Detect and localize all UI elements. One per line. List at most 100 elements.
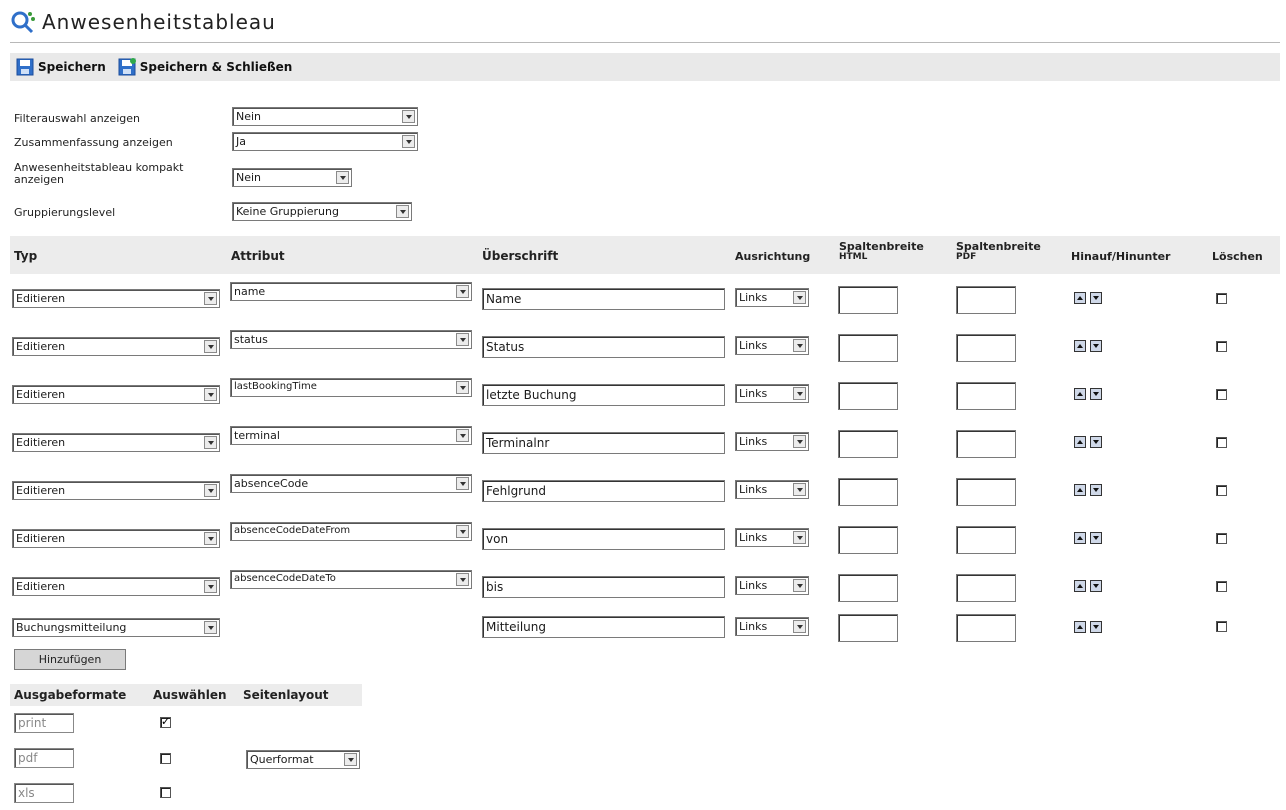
row-width-html-input[interactable]: [838, 478, 898, 506]
row-alignment-select[interactable]: Links: [735, 576, 809, 595]
row-type-select[interactable]: Editieren: [12, 289, 220, 308]
save-close-button[interactable]: Speichern & Schließen: [118, 58, 292, 76]
row-width-html-input[interactable]: [838, 614, 898, 642]
row-delete-checkbox[interactable]: [1216, 533, 1227, 544]
row-width-html-input[interactable]: [838, 430, 898, 458]
move-up-icon[interactable]: [1074, 484, 1086, 496]
row-width-pdf-input[interactable]: [956, 478, 1016, 506]
row-attribute-select[interactable]: terminal: [230, 426, 472, 445]
move-up-icon[interactable]: [1074, 388, 1086, 400]
row-width-html-input[interactable]: [838, 574, 898, 602]
setting-value-grouping: Keine Gruppierung: [236, 205, 339, 218]
column-header-width-html-line1: Spaltenbreite: [839, 240, 924, 253]
move-up-icon[interactable]: [1074, 580, 1086, 592]
setting-select-compact[interactable]: Nein: [232, 168, 352, 187]
row-heading-input[interactable]: Status: [482, 336, 725, 358]
row-delete-checkbox[interactable]: [1216, 341, 1227, 352]
column-header-width-pdf-line1: Spaltenbreite: [956, 240, 1041, 253]
format-select-checkbox[interactable]: [160, 753, 171, 764]
formats-header-format: Ausgabeformate: [14, 688, 127, 702]
chevron-down-icon: [456, 381, 469, 394]
row-delete-checkbox[interactable]: [1216, 621, 1227, 632]
row-type-select[interactable]: Editieren: [12, 577, 220, 596]
format-select-checkbox[interactable]: [160, 787, 171, 798]
column-header-delete: Löschen: [1212, 250, 1263, 263]
setting-select-grouping[interactable]: Keine Gruppierung: [232, 202, 412, 221]
move-up-icon[interactable]: [1074, 340, 1086, 352]
row-type-select[interactable]: Editieren: [12, 481, 220, 500]
chevron-down-icon: [456, 573, 469, 586]
row-attribute-value: absenceCodeDateFrom: [234, 525, 351, 536]
page-layout-select[interactable]: Querformat: [246, 750, 360, 769]
move-up-icon[interactable]: [1074, 532, 1086, 544]
row-width-html-input[interactable]: [838, 382, 898, 410]
row-width-pdf-input[interactable]: [956, 614, 1016, 642]
move-down-icon[interactable]: [1090, 580, 1102, 592]
row-width-pdf-input[interactable]: [956, 574, 1016, 602]
row-width-pdf-input[interactable]: [956, 334, 1016, 362]
row-delete-checkbox[interactable]: [1216, 293, 1227, 304]
row-type-select[interactable]: Editieren: [12, 433, 220, 452]
row-alignment-select[interactable]: Links: [735, 384, 809, 403]
chevron-down-icon: [456, 333, 469, 346]
row-attribute-select[interactable]: name: [230, 282, 472, 301]
move-down-icon[interactable]: [1090, 532, 1102, 544]
setting-value-filter: Nein: [236, 110, 262, 123]
row-type-select[interactable]: Editieren: [12, 337, 220, 356]
row-delete-checkbox[interactable]: [1216, 485, 1227, 496]
row-heading-input[interactable]: bis: [482, 576, 725, 598]
move-up-icon[interactable]: [1074, 436, 1086, 448]
row-attribute-value: absenceCodeDateTo: [234, 573, 336, 584]
column-header-width-html-line2: HTML: [839, 252, 868, 262]
move-down-icon[interactable]: [1090, 388, 1102, 400]
row-width-html-input[interactable]: [838, 286, 898, 314]
row-delete-checkbox[interactable]: [1216, 389, 1227, 400]
row-attribute-select[interactable]: status: [230, 330, 472, 349]
setting-label-summary: Zusammenfassung anzeigen: [14, 136, 173, 149]
chevron-down-icon: [456, 477, 469, 490]
format-select-checkbox[interactable]: [160, 715, 171, 728]
column-header-attribut: Attribut: [231, 249, 285, 263]
row-type-select[interactable]: Editieren: [12, 385, 220, 404]
row-heading-input[interactable]: von: [482, 528, 725, 550]
move-down-icon[interactable]: [1090, 621, 1102, 633]
row-alignment-select[interactable]: Links: [735, 288, 809, 307]
row-width-pdf-input[interactable]: [956, 430, 1016, 458]
row-type-select[interactable]: Buchungsmitteilung: [12, 618, 220, 637]
row-alignment-select[interactable]: Links: [735, 617, 809, 636]
move-down-icon[interactable]: [1090, 484, 1102, 496]
row-heading-input[interactable]: Fehlgrund: [482, 480, 725, 502]
move-up-icon[interactable]: [1074, 292, 1086, 304]
row-alignment-select[interactable]: Links: [735, 336, 809, 355]
save-button[interactable]: Speichern: [16, 58, 106, 76]
row-width-pdf-input[interactable]: [956, 382, 1016, 410]
row-delete-checkbox[interactable]: [1216, 437, 1227, 448]
row-width-html-input[interactable]: [838, 334, 898, 362]
page-title-bar: Anwesenheitstableau: [10, 4, 1280, 40]
setting-select-filter[interactable]: Nein: [232, 107, 418, 126]
setting-select-summary[interactable]: Ja: [232, 132, 418, 151]
row-delete-checkbox[interactable]: [1216, 581, 1227, 592]
row-alignment-select[interactable]: Links: [735, 480, 809, 499]
row-alignment-select[interactable]: Links: [735, 528, 809, 547]
chevron-down-icon: [336, 171, 349, 184]
row-attribute-select[interactable]: absenceCodeDateTo: [230, 570, 472, 589]
row-heading-input[interactable]: Terminalnr: [482, 432, 725, 454]
move-down-icon[interactable]: [1090, 436, 1102, 448]
row-heading-input[interactable]: Name: [482, 288, 725, 310]
row-width-html-input[interactable]: [838, 526, 898, 554]
toolbar: Speichern Speichern & Schließen: [10, 53, 1280, 81]
row-attribute-select[interactable]: absenceCode: [230, 474, 472, 493]
row-attribute-select[interactable]: lastBookingTime: [230, 378, 472, 397]
row-alignment-select[interactable]: Links: [735, 432, 809, 451]
row-heading-input[interactable]: letzte Buchung: [482, 384, 725, 406]
move-down-icon[interactable]: [1090, 340, 1102, 352]
move-down-icon[interactable]: [1090, 292, 1102, 304]
row-attribute-select[interactable]: absenceCodeDateFrom: [230, 522, 472, 541]
row-width-pdf-input[interactable]: [956, 526, 1016, 554]
row-type-select[interactable]: Editieren: [12, 529, 220, 548]
add-row-button[interactable]: Hinzufügen: [14, 649, 126, 670]
row-heading-input[interactable]: Mitteilung: [482, 616, 725, 638]
move-up-icon[interactable]: [1074, 621, 1086, 633]
row-width-pdf-input[interactable]: [956, 286, 1016, 314]
